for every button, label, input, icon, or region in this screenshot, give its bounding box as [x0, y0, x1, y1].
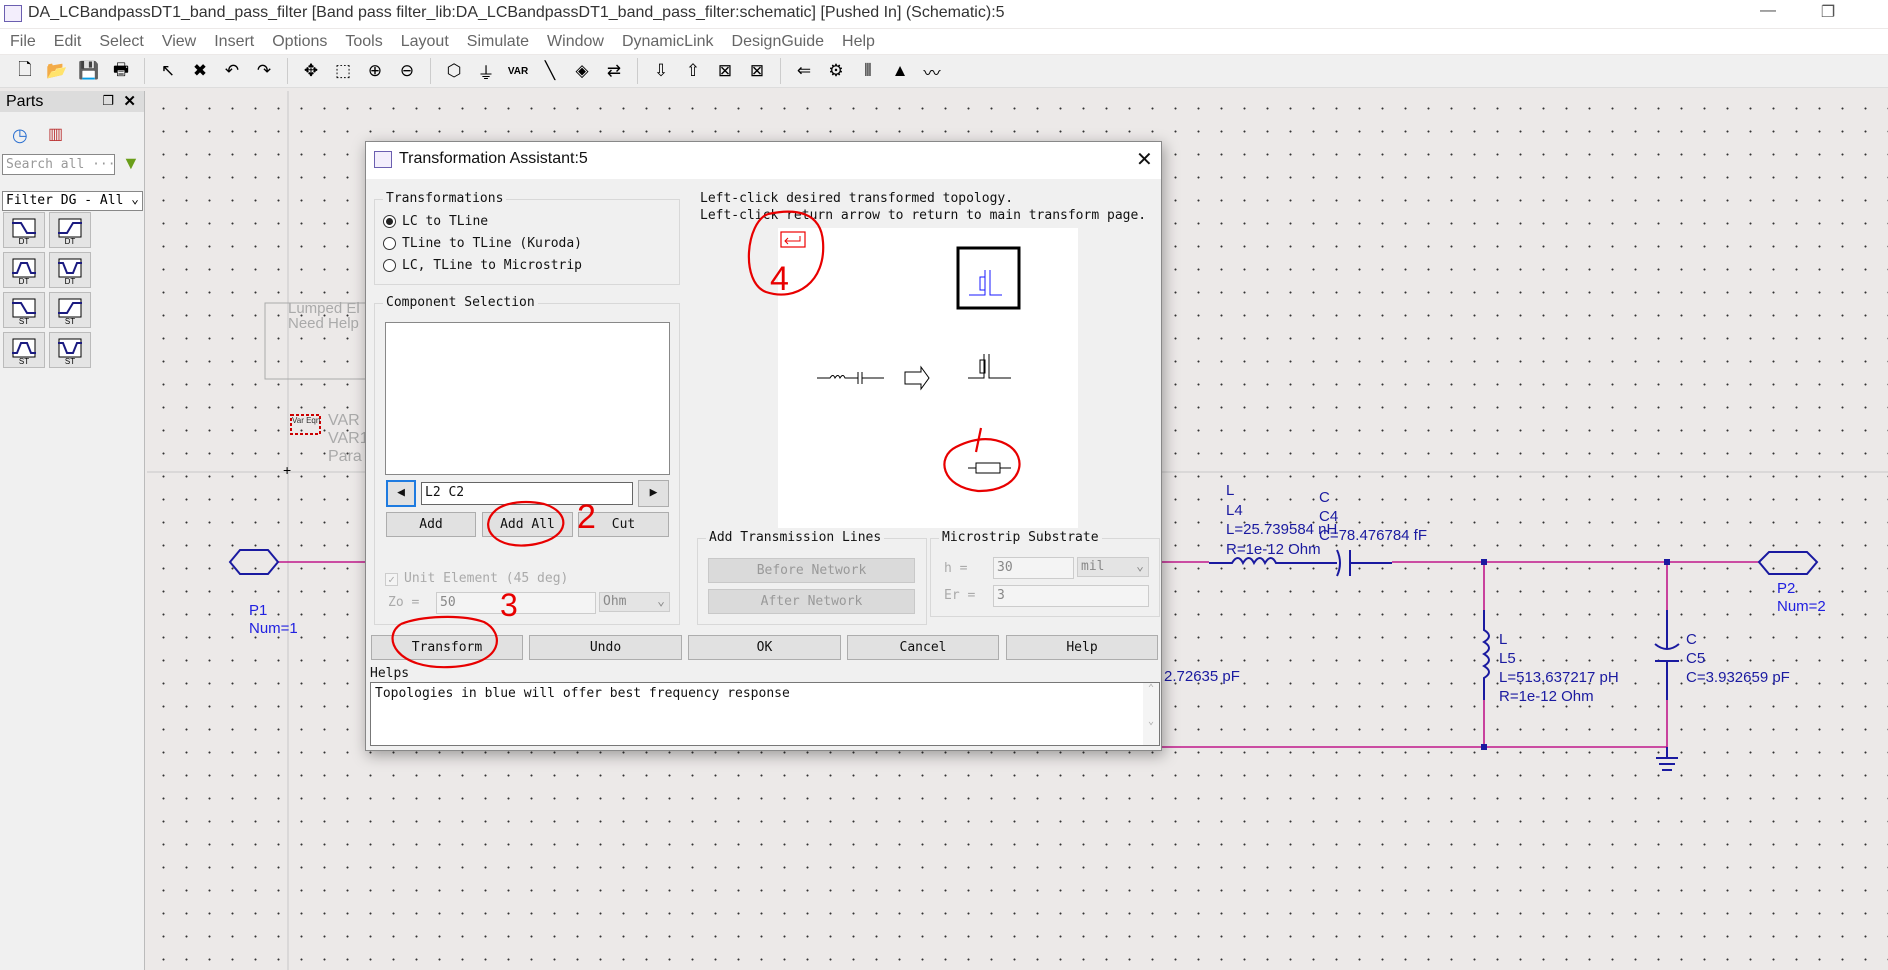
add-all-button[interactable]: Add All — [482, 512, 573, 537]
helps-scrollbar[interactable]: ⌃ ⌄ — [1143, 683, 1159, 745]
er-input[interactable]: 3 — [993, 585, 1149, 607]
inductor-l5-icon[interactable] — [1482, 610, 1490, 700]
l5-label: L L5 L=513.637217 pH R=1e-12 Ohm — [1499, 631, 1619, 705]
instruction-line-2: Left-click return arrow to return to mai… — [700, 208, 1147, 223]
radio-transformation-2[interactable]: LC, TLine to Microstrip — [383, 258, 582, 273]
helps-textarea[interactable]: Topologies in blue will offer best frequ… — [370, 682, 1160, 746]
var-eqn-label: Var Eqn — [292, 416, 321, 425]
radio-label: LC, TLine to Microstrip — [402, 258, 583, 273]
helps-label: Helps — [370, 666, 410, 681]
add-transmission-lines-legend: Add Transmission Lines — [706, 530, 885, 545]
partial-value-label: 2.72635 pF — [1164, 668, 1240, 685]
stub-topology-icon[interactable] — [968, 354, 1011, 379]
lc-series-icon — [817, 372, 884, 384]
c4-label: C C4 C=78.476784 fF — [1319, 489, 1427, 544]
component-selection-legend: Component Selection — [383, 295, 538, 310]
transformations-legend: Transformations — [383, 191, 507, 206]
cut-button[interactable]: Cut — [578, 512, 669, 537]
selected-topology-box[interactable] — [956, 246, 1021, 310]
h-label: h = — [944, 561, 968, 576]
stub-topology-blue-icon[interactable] — [969, 270, 1002, 296]
transform-button[interactable]: Transform — [371, 635, 523, 660]
component-field[interactable]: L2 C2 — [421, 482, 633, 505]
after-network-button[interactable]: After Network — [708, 589, 915, 614]
return-arrow-icon[interactable] — [780, 231, 806, 248]
p2-label: P2 Num=2 — [1777, 580, 1826, 615]
chevron-down-icon: ⌄ — [657, 594, 665, 609]
before-network-button[interactable]: Before Network — [708, 558, 915, 583]
next-arrow-button[interactable]: ▶ — [638, 480, 669, 507]
microstrip-substrate-legend: Microstrip Substrate — [939, 530, 1102, 545]
capacitor-c5-icon[interactable] — [1654, 610, 1680, 700]
dialog-title: Transformation Assistant:5 — [399, 150, 588, 167]
port-p1-icon[interactable] — [228, 549, 280, 575]
previous-arrow-button[interactable]: ◀ — [386, 480, 416, 507]
add-button[interactable]: Add — [386, 512, 476, 537]
undo-button[interactable]: Undo — [529, 635, 682, 660]
dialog-title-bar: Transformation Assistant:5 ✕ — [366, 142, 1161, 179]
help-button[interactable]: Help — [1006, 635, 1158, 660]
port-p2-icon[interactable] — [1757, 551, 1819, 575]
unit-element-label: Unit Element (45 deg) — [404, 571, 569, 586]
component-list[interactable] — [385, 322, 670, 475]
zo-input[interactable]: 50 — [436, 592, 596, 614]
topology-preview[interactable] — [778, 228, 1078, 528]
radio-label: TLine to TLine (Kuroda) — [402, 236, 583, 251]
p1-label: P1 Num=1 — [249, 602, 298, 637]
dialog-app-icon — [374, 151, 392, 168]
series-tline-topology-icon[interactable] — [968, 462, 1011, 474]
radio-label: LC to TLine — [402, 214, 489, 229]
note-text: Lumped El Need Help — [288, 300, 360, 332]
h-unit-value: mil — [1081, 559, 1105, 574]
cursor-icon: + — [283, 462, 291, 478]
instruction-line-1: Left-click desired transformed topology. — [700, 191, 1014, 206]
close-icon[interactable]: ✕ — [1136, 147, 1153, 172]
zo-label: Zo = — [388, 595, 420, 610]
chevron-down-icon: ⌄ — [1136, 559, 1144, 574]
unit-element-checkbox[interactable]: ✓ — [385, 573, 398, 586]
c5-label: C C5 C=3.932659 pF — [1686, 631, 1790, 686]
radio-icon — [383, 215, 396, 228]
h-input[interactable]: 30 — [993, 557, 1074, 579]
zo-unit-select[interactable]: Ohm ⌄ — [599, 592, 670, 612]
er-label: Er = — [944, 588, 976, 603]
h-unit-select[interactable]: mil ⌄ — [1077, 557, 1149, 577]
radio-transformation-0[interactable]: LC to TLine — [383, 214, 488, 229]
transformation-assistant-dialog: Transformation Assistant:5 ✕ Transformat… — [365, 141, 1162, 751]
transform-arrow-icon — [904, 365, 930, 391]
radio-icon — [383, 237, 396, 250]
helps-text: Topologies in blue will offer best frequ… — [375, 686, 790, 701]
ok-button[interactable]: OK — [688, 635, 841, 660]
cancel-button[interactable]: Cancel — [847, 635, 999, 660]
topology-drawing — [780, 231, 1021, 474]
ground-icon[interactable] — [1656, 747, 1678, 771]
radio-icon — [383, 259, 396, 272]
var-label: VAR VAR1 Para — [328, 412, 369, 465]
zo-unit-value: Ohm — [603, 594, 627, 609]
radio-transformation-1[interactable]: TLine to TLine (Kuroda) — [383, 236, 582, 251]
